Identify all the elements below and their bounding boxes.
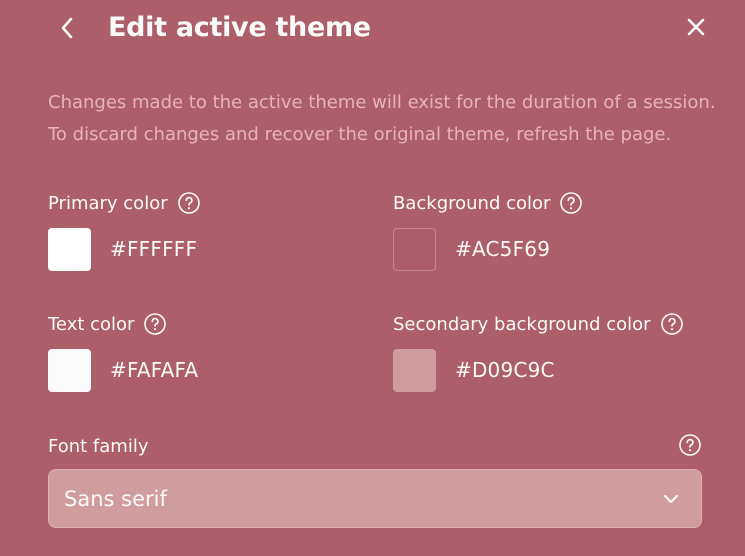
secondary-background-color-field: Secondary background color #D09C9C bbox=[393, 309, 684, 392]
background-color-value[interactable]: #AC5F69 bbox=[455, 237, 550, 261]
primary-color-swatch[interactable] bbox=[48, 227, 91, 271]
description-line: Changes made to the active theme will ex… bbox=[48, 92, 716, 113]
background-color-swatch[interactable] bbox=[393, 227, 436, 271]
text-color-label: Text color bbox=[48, 313, 135, 335]
background-color-field: Background color #AC5F69 bbox=[393, 188, 583, 271]
chevron-down-icon bbox=[663, 494, 679, 504]
back-button[interactable] bbox=[52, 10, 82, 46]
primary-color-field: Primary color #FFFFFF bbox=[48, 188, 201, 271]
text-color-field: Text color #FAFAFA bbox=[48, 309, 198, 392]
help-circle-icon[interactable] bbox=[660, 312, 684, 336]
dialog-title: Edit active theme bbox=[108, 12, 371, 43]
secondary-background-color-label: Secondary background color bbox=[393, 313, 651, 335]
primary-color-label: Primary color bbox=[48, 192, 168, 214]
primary-color-value[interactable]: #FFFFFF bbox=[110, 237, 197, 261]
font-family-label: Font family bbox=[48, 435, 149, 457]
help-circle-icon[interactable] bbox=[559, 191, 583, 215]
help-circle-icon[interactable] bbox=[143, 312, 167, 336]
text-color-swatch[interactable] bbox=[48, 348, 91, 392]
font-family-select[interactable]: Sans serif bbox=[48, 469, 702, 528]
secondary-background-color-value[interactable]: #D09C9C bbox=[455, 358, 555, 382]
text-color-value[interactable]: #FAFAFA bbox=[110, 358, 198, 382]
description-line: To discard changes and recover the origi… bbox=[48, 124, 672, 145]
help-circle-icon[interactable] bbox=[678, 433, 702, 457]
help-circle-icon[interactable] bbox=[177, 191, 201, 215]
font-family-selected-value: Sans serif bbox=[64, 487, 167, 511]
secondary-background-color-swatch[interactable] bbox=[393, 348, 436, 392]
chevron-left-icon bbox=[61, 17, 73, 39]
dialog-header: Edit active theme bbox=[0, 0, 745, 56]
background-color-label: Background color bbox=[393, 192, 551, 214]
theme-description: Changes made to the active theme will ex… bbox=[48, 87, 718, 151]
close-button[interactable] bbox=[680, 10, 712, 44]
close-icon bbox=[687, 18, 705, 36]
